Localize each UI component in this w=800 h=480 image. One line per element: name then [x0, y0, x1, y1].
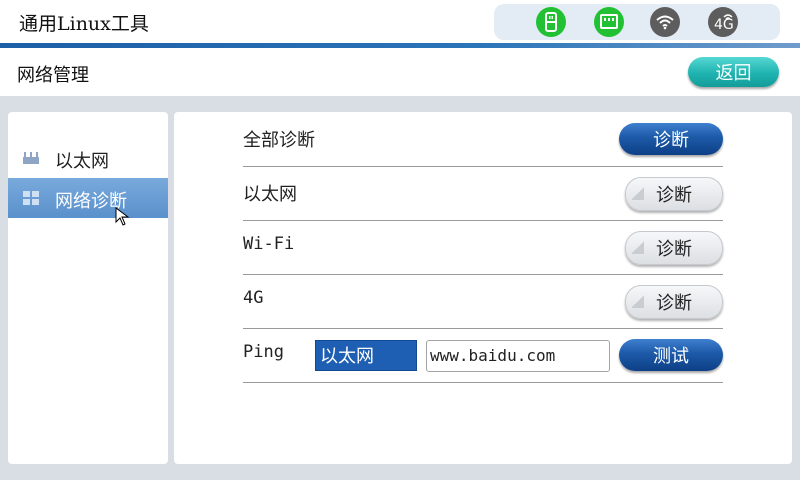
sidebar: 以太网 网络诊断	[8, 112, 168, 464]
sidebar-item-label: 以太网	[55, 151, 109, 172]
ping-label: Ping	[243, 342, 284, 362]
grid-icon	[23, 191, 39, 205]
ethernet-icon	[594, 7, 624, 37]
row-label: 以太网	[243, 184, 297, 205]
page-header: 网络管理 返回	[0, 48, 800, 96]
row-label: Wi-Fi	[243, 234, 295, 254]
row-label: 4G	[243, 288, 264, 308]
status-panel: 4G	[494, 4, 780, 40]
app-title: 通用Linux工具	[19, 13, 149, 35]
ping-test-button[interactable]: 测试	[619, 339, 723, 371]
diagnose-row-4g: 4G 诊断	[243, 274, 723, 329]
4g-icon: 4G	[708, 7, 738, 37]
diagnostics-panel: 全部诊断 诊断 以太网 诊断 Wi-Fi 诊断 4G 诊断 Ping 以太网 w…	[174, 112, 792, 464]
ping-row: Ping 以太网 www.baidu.com 测试	[243, 328, 723, 383]
diagnose-all-button[interactable]: 诊断	[619, 123, 723, 155]
usb-icon	[536, 7, 566, 37]
router-icon	[23, 152, 39, 164]
4g-icon-label: 4G	[714, 17, 734, 32]
diagnose-wifi-button[interactable]: 诊断	[625, 231, 723, 265]
diagnose-row-wifi: Wi-Fi 诊断	[243, 220, 723, 275]
row-label: 全部诊断	[243, 130, 315, 151]
wifi-icon	[650, 7, 680, 37]
diagnose-row-all: 全部诊断 诊断	[243, 112, 723, 167]
ping-host-input[interactable]: www.baidu.com	[426, 340, 610, 372]
back-button[interactable]: 返回	[688, 57, 779, 87]
diagnose-ethernet-button[interactable]: 诊断	[625, 177, 723, 211]
diagnose-row-ethernet: 以太网 诊断	[243, 166, 723, 221]
mouse-cursor-icon	[115, 207, 130, 226]
sidebar-item-network-diagnosis[interactable]: 网络诊断	[8, 178, 168, 218]
page-title: 网络管理	[17, 65, 89, 86]
ping-interface-select[interactable]: 以太网	[315, 340, 417, 371]
diagnose-4g-button[interactable]: 诊断	[625, 285, 723, 319]
top-bar: 通用Linux工具 4G	[0, 0, 800, 43]
sidebar-item-ethernet[interactable]: 以太网	[8, 138, 168, 178]
